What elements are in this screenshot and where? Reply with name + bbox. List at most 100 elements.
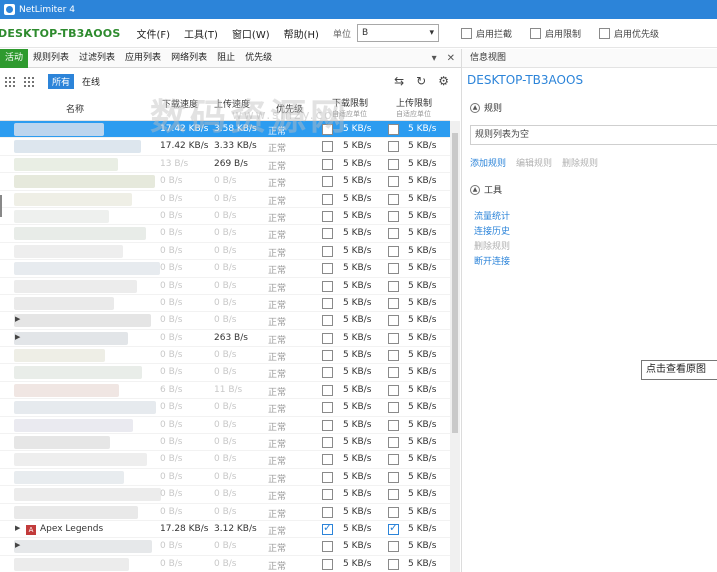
download-limit-value[interactable]: 5 KB/s xyxy=(343,524,371,534)
upload-limit-value[interactable]: 5 KB/s xyxy=(408,437,436,447)
table-row[interactable]: 0 B/s 0 B/s 正常 5 KB/s 5 KB/s xyxy=(0,208,450,226)
upload-limit-checkbox[interactable] xyxy=(388,506,399,518)
priority-value[interactable]: 正常 xyxy=(268,176,286,189)
table-row[interactable]: 0 B/s 0 B/s 正常 5 KB/s 5 KB/s xyxy=(0,278,450,295)
tab-priority[interactable]: 优先级 xyxy=(240,49,277,68)
download-limit-value[interactable]: 5 KB/s xyxy=(343,194,371,204)
download-limit-checkbox[interactable] xyxy=(322,245,333,257)
delete-rule-link[interactable]: 删除规则 xyxy=(562,156,598,169)
view-original-tooltip[interactable]: 点击查看原图 xyxy=(641,360,717,380)
upload-limit-value[interactable]: 5 KB/s xyxy=(408,141,436,151)
priority-value[interactable]: 正常 xyxy=(268,454,286,467)
download-limit-value[interactable]: 5 KB/s xyxy=(343,263,371,273)
collapse-up-icon[interactable]: ▲ xyxy=(470,184,480,195)
toggle-blocking-checkbox[interactable] xyxy=(460,27,472,39)
priority-value[interactable]: 正常 xyxy=(268,281,286,294)
column-name[interactable]: 名称 xyxy=(66,102,84,115)
download-limit-value[interactable]: 5 KB/s xyxy=(343,333,371,343)
dropdown-arrow-icon[interactable]: ▾ xyxy=(432,53,437,64)
table-row[interactable]: 0 B/s 0 B/s 正常 5 KB/s 5 KB/s xyxy=(0,364,450,382)
download-limit-value[interactable]: 5 KB/s xyxy=(343,281,371,291)
gear-icon[interactable]: ⚙ xyxy=(438,74,449,88)
priority-value[interactable]: 正常 xyxy=(268,402,286,415)
upload-limit-checkbox[interactable] xyxy=(388,263,399,275)
upload-limit-value[interactable]: 5 KB/s xyxy=(408,367,436,377)
menu-window[interactable]: 窗口(W) xyxy=(232,26,270,41)
tools-section-header[interactable]: ▲ 工具 xyxy=(470,183,502,196)
download-limit-value[interactable]: 5 KB/s xyxy=(343,159,371,169)
priority-value[interactable]: 正常 xyxy=(268,124,286,137)
priority-value[interactable]: 正常 xyxy=(268,507,286,520)
tab-apps[interactable]: 应用列表 xyxy=(120,49,166,68)
table-row[interactable]: 0 B/s 0 B/s 正常 5 KB/s 5 KB/s xyxy=(0,451,450,469)
menu-tools[interactable]: 工具(T) xyxy=(184,26,218,41)
priority-value[interactable]: 正常 xyxy=(268,228,286,241)
download-limit-checkbox[interactable] xyxy=(322,263,333,275)
download-limit-checkbox[interactable] xyxy=(322,454,333,466)
priority-value[interactable]: 正常 xyxy=(268,263,286,276)
priority-value[interactable]: 正常 xyxy=(268,385,286,398)
upload-limit-value[interactable]: 5 KB/s xyxy=(408,194,436,204)
table-row[interactable]: 0 B/s 0 B/s 正常 5 KB/s 5 KB/s xyxy=(0,486,450,504)
upload-limit-value[interactable]: 5 KB/s xyxy=(408,489,436,499)
add-rule-link[interactable]: 添加规则 xyxy=(470,156,506,169)
upload-limit-value[interactable]: 5 KB/s xyxy=(408,298,436,308)
column-download-limit[interactable]: 下载限制 自适应单位 xyxy=(332,96,368,119)
upload-limit-checkbox[interactable] xyxy=(388,541,399,553)
upload-limit-value[interactable]: 5 KB/s xyxy=(408,315,436,325)
table-row[interactable]: 0 B/s 0 B/s 正常 5 KB/s 5 KB/s xyxy=(0,260,450,278)
priority-value[interactable]: 正常 xyxy=(268,159,286,172)
download-limit-value[interactable]: 5 KB/s xyxy=(343,489,371,499)
priority-value[interactable]: 正常 xyxy=(268,472,286,485)
download-limit-checkbox[interactable] xyxy=(322,384,333,396)
upload-limit-value[interactable]: 5 KB/s xyxy=(408,124,436,134)
download-limit-value[interactable]: 5 KB/s xyxy=(343,420,371,430)
table-row[interactable]: 17.42 KB/s 3.58 KB/s 正常 5 KB/s 5 KB/s xyxy=(0,121,450,139)
delete-rule-tool-link[interactable]: 删除规则 xyxy=(474,239,510,252)
table-row[interactable]: ▶ 0 B/s 0 B/s 正常 5 KB/s 5 KB/s xyxy=(0,538,450,556)
priority-value[interactable]: 正常 xyxy=(268,141,286,154)
download-limit-checkbox[interactable] xyxy=(322,124,333,135)
download-limit-checkbox[interactable] xyxy=(322,332,333,344)
rules-section-header[interactable]: ▲ 规则 xyxy=(470,101,502,114)
priority-value[interactable]: 正常 xyxy=(268,420,286,433)
download-limit-value[interactable]: 5 KB/s xyxy=(343,141,371,151)
expand-arrow-icon[interactable]: ▶ xyxy=(15,524,20,532)
upload-limit-value[interactable]: 5 KB/s xyxy=(408,472,436,482)
download-limit-value[interactable]: 5 KB/s xyxy=(343,350,371,360)
download-limit-checkbox[interactable] xyxy=(322,158,333,170)
upload-limit-checkbox[interactable] xyxy=(388,158,399,170)
upload-limit-checkbox[interactable] xyxy=(388,367,399,379)
upload-limit-checkbox[interactable] xyxy=(388,558,399,570)
priority-value[interactable]: 正常 xyxy=(268,541,286,554)
download-limit-checkbox[interactable] xyxy=(322,506,333,518)
table-row[interactable]: 0 B/s 0 B/s 正常 5 KB/s 5 KB/s xyxy=(0,504,450,521)
upload-limit-checkbox[interactable] xyxy=(388,193,399,205)
priority-value[interactable]: 正常 xyxy=(268,246,286,259)
download-limit-value[interactable]: 5 KB/s xyxy=(343,559,371,569)
upload-limit-checkbox[interactable] xyxy=(388,245,399,257)
collapse-up-icon[interactable]: ▲ xyxy=(470,102,480,113)
table-row[interactable]: 0 B/s 0 B/s 正常 5 KB/s 5 KB/s xyxy=(0,434,450,452)
download-limit-checkbox[interactable] xyxy=(322,489,333,501)
download-limit-value[interactable]: 5 KB/s xyxy=(343,367,371,377)
priority-value[interactable]: 正常 xyxy=(268,437,286,450)
upload-limit-value[interactable]: 5 KB/s xyxy=(408,559,436,569)
download-limit-value[interactable]: 5 KB/s xyxy=(343,541,371,551)
disconnect-link[interactable]: 断开连接 xyxy=(474,254,510,267)
download-limit-checkbox[interactable] xyxy=(322,210,333,222)
download-limit-checkbox[interactable] xyxy=(322,141,333,153)
download-limit-checkbox[interactable] xyxy=(322,402,333,414)
upload-limit-value[interactable]: 5 KB/s xyxy=(408,350,436,360)
edit-rule-link[interactable]: 编辑规则 xyxy=(516,156,552,169)
download-limit-checkbox[interactable] xyxy=(322,367,333,379)
upload-limit-value[interactable]: 5 KB/s xyxy=(408,281,436,291)
column-upload-limit[interactable]: 上传限制 自适应单位 xyxy=(396,96,432,119)
table-row[interactable]: ▶ 0 B/s 0 B/s 正常 5 KB/s 5 KB/s xyxy=(0,312,450,330)
priority-value[interactable]: 正常 xyxy=(268,559,286,572)
tab-block[interactable]: 阻止 xyxy=(212,49,240,68)
download-limit-checkbox[interactable] xyxy=(322,521,333,535)
priority-value[interactable]: 正常 xyxy=(268,315,286,328)
download-limit-checkbox[interactable] xyxy=(322,541,333,553)
download-limit-value[interactable]: 5 KB/s xyxy=(343,385,371,395)
